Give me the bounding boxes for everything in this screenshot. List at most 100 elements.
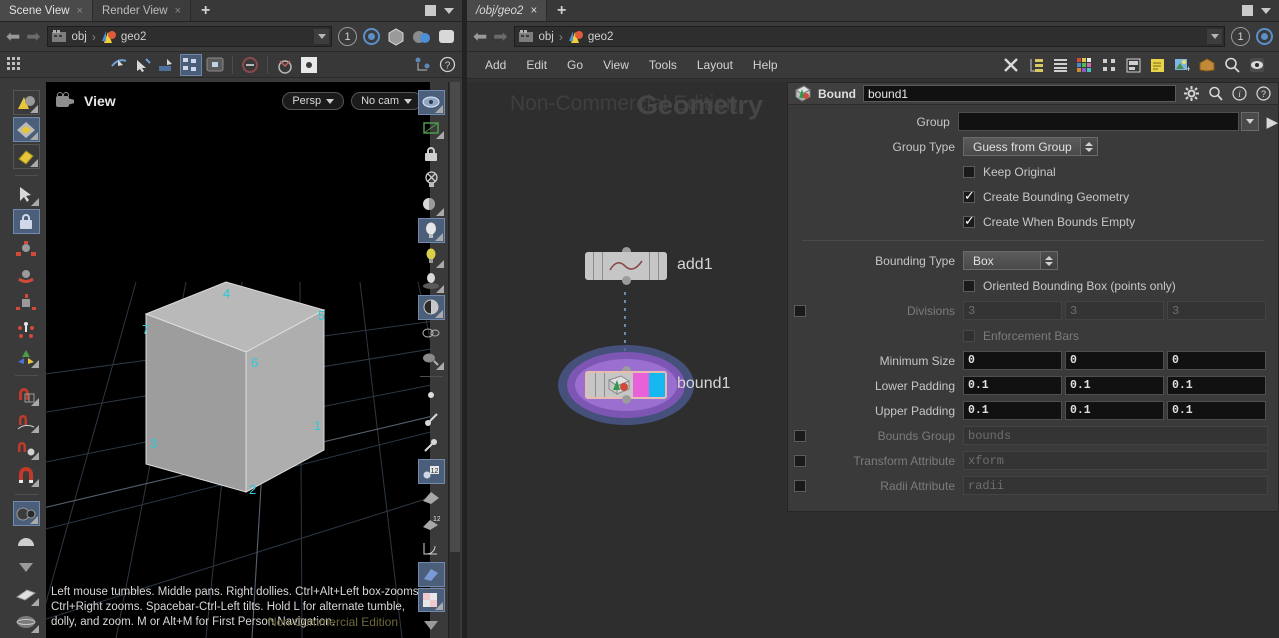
settings-gear-icon[interactable]: [298, 54, 320, 76]
path-segment-obj[interactable]: obj: [72, 31, 87, 43]
oriented-bbox-checkbox[interactable]: [963, 279, 975, 292]
spinner-arrows-icon[interactable]: [1040, 252, 1057, 269]
radii-attribute-input[interactable]: radii: [963, 476, 1268, 495]
point-numbers-icon[interactable]: 12: [417, 459, 445, 484]
minimum-size-z-input[interactable]: 0: [1167, 351, 1266, 370]
upper-padding-y-input[interactable]: 0.1: [1065, 401, 1164, 420]
add-tab-button[interactable]: +: [191, 0, 220, 21]
divisions-y-input[interactable]: 3: [1065, 301, 1164, 320]
tab-render-view[interactable]: Render View ×: [92, 0, 192, 21]
minimum-size-y-input[interactable]: 0: [1065, 351, 1164, 370]
help-icon[interactable]: ?: [1255, 85, 1272, 102]
add-image-icon[interactable]: +: [1174, 58, 1190, 73]
path-dropdown-button[interactable]: [314, 29, 329, 44]
node-add1[interactable]: add1: [585, 247, 713, 285]
measure-icon[interactable]: [418, 536, 445, 561]
minimum-size-x-input[interactable]: 0: [963, 351, 1062, 370]
snap-point-icon[interactable]: [13, 436, 40, 461]
divisions-enable-checkbox[interactable]: [794, 304, 806, 317]
node-output-port[interactable]: [621, 276, 631, 285]
wireframe-icon[interactable]: [418, 116, 445, 141]
menu-add[interactable]: Add: [475, 55, 516, 75]
tool-handle-cone-icon[interactable]: [12, 90, 40, 115]
point-vector-icon[interactable]: [418, 434, 445, 459]
group-type-dropdown[interactable]: Guess from Group: [963, 137, 1098, 156]
primitive-numbers-icon[interactable]: 12: [418, 511, 445, 536]
light-shadow-icon[interactable]: [418, 270, 445, 295]
group-pick-arrow-icon[interactable]: ▶: [1266, 113, 1278, 131]
maximize-pane-icon[interactable]: [425, 5, 436, 16]
radii-attribute-enable-checkbox[interactable]: [794, 479, 806, 492]
forward-arrow-icon[interactable]: ➡: [26, 28, 40, 45]
node-name-input[interactable]: bound1: [863, 85, 1176, 102]
lock-tool-icon[interactable]: [12, 209, 40, 234]
color-palette-icon[interactable]: [1077, 57, 1093, 73]
menu-layout[interactable]: Layout: [687, 55, 743, 75]
share-users-icon[interactable]: [412, 54, 434, 76]
pose-tool-icon[interactable]: [13, 317, 40, 342]
viewport-index-badge[interactable]: 1: [338, 27, 357, 46]
path-dropdown-button[interactable]: [1207, 29, 1222, 44]
close-icon[interactable]: ×: [530, 5, 537, 17]
material-preview-icon[interactable]: [412, 28, 432, 46]
move-tool-icon[interactable]: [13, 236, 40, 261]
select-box-icon[interactable]: [156, 54, 178, 76]
tree-list-icon[interactable]: [1029, 58, 1044, 73]
camera-view-icon[interactable]: [12, 501, 40, 526]
snapshot-icon[interactable]: [363, 28, 380, 45]
sticky-note-icon[interactable]: [1150, 58, 1165, 73]
list-view-icon[interactable]: [1053, 58, 1068, 73]
help-icon[interactable]: ?: [436, 54, 458, 76]
network-sync-icon[interactable]: [1256, 28, 1273, 45]
scene-lights-icon[interactable]: [417, 218, 445, 243]
group-input[interactable]: [957, 112, 1239, 131]
maximize-pane-icon[interactable]: [1242, 5, 1253, 16]
background-image-icon[interactable]: [438, 29, 456, 45]
texture-checker-icon[interactable]: [417, 587, 445, 613]
back-arrow-icon[interactable]: ⬅: [473, 28, 487, 45]
tool-handle-box-icon[interactable]: [12, 144, 40, 169]
camera-effects-icon[interactable]: [418, 347, 445, 372]
bounds-group-enable-checkbox[interactable]: [794, 429, 806, 442]
snap-magnet-icon[interactable]: [13, 463, 40, 488]
3d-viewport[interactable]: 1 2 3 4 5 6 7 View Persp No cam Left mou…: [46, 82, 430, 638]
lower-padding-z-input[interactable]: 0.1: [1167, 376, 1266, 395]
network-view-toggle-icon[interactable]: [180, 53, 202, 76]
point-normals-icon[interactable]: [418, 408, 445, 433]
path-input[interactable]: obj › geo2: [46, 26, 332, 47]
rotate-tool-icon[interactable]: [13, 263, 40, 288]
select-brush-icon[interactable]: [132, 54, 154, 76]
keep-original-checkbox[interactable]: [963, 165, 975, 178]
network-index-badge[interactable]: 1: [1231, 27, 1250, 46]
display-eye-icon[interactable]: [1249, 57, 1265, 73]
add-tab-button[interactable]: +: [547, 0, 576, 21]
network-box-icon[interactable]: [1199, 58, 1215, 72]
close-icon[interactable]: ×: [175, 5, 181, 17]
chevron-down-icon[interactable]: [1261, 7, 1271, 14]
node-bound1[interactable]: bound1: [558, 345, 730, 425]
menu-edit[interactable]: Edit: [516, 55, 557, 75]
group-dropdown-button[interactable]: [1240, 112, 1260, 131]
close-icon[interactable]: ×: [77, 5, 83, 17]
spinner-arrows-icon[interactable]: [1080, 138, 1097, 155]
search-icon[interactable]: [1224, 57, 1240, 73]
select-lasso-icon[interactable]: [108, 54, 130, 76]
shadow-quality-icon[interactable]: [417, 295, 445, 320]
sphere-tool-icon[interactable]: [13, 609, 40, 634]
tab-scene-view[interactable]: Scene View ×: [0, 0, 93, 21]
enforcement-bars-checkbox[interactable]: [963, 329, 975, 342]
axis-tool-icon[interactable]: [13, 344, 40, 369]
chevron-down-icon[interactable]: [444, 7, 454, 14]
search-icon[interactable]: [1207, 85, 1224, 102]
network-canvas[interactable]: Non-Commercial Edition Geometry add1 bou…: [467, 82, 1279, 638]
menu-view[interactable]: View: [593, 55, 639, 75]
dome-light-icon[interactable]: [13, 528, 40, 553]
upper-padding-z-input[interactable]: 0.1: [1167, 401, 1266, 420]
tool-handle-plane-icon[interactable]: [12, 117, 40, 142]
forward-arrow-icon[interactable]: ➡: [493, 28, 507, 45]
create-bounding-geometry-checkbox[interactable]: ✓: [963, 189, 975, 203]
info-icon[interactable]: i: [1231, 85, 1248, 102]
back-arrow-icon[interactable]: ⬅: [6, 28, 20, 45]
zoom-region-icon[interactable]: [204, 54, 226, 76]
divisions-x-input[interactable]: 3: [963, 301, 1062, 320]
